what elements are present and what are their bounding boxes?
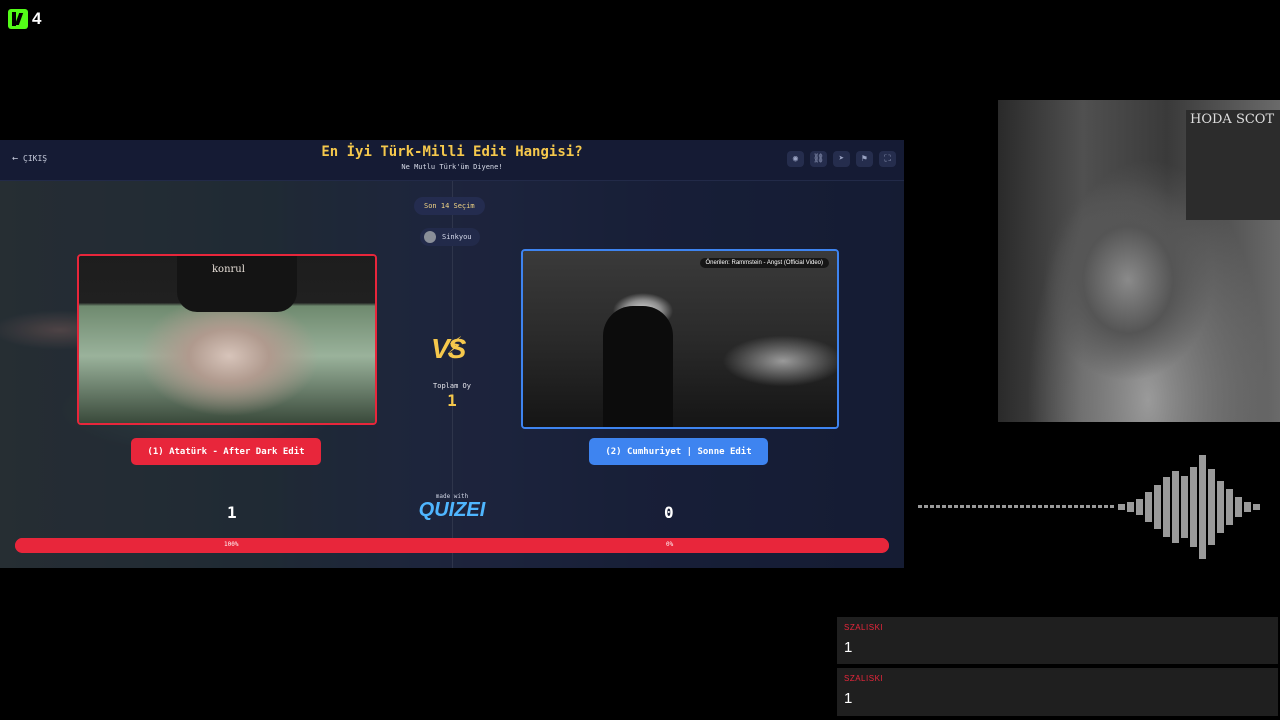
visualizer-bar bbox=[1136, 499, 1143, 515]
visualizer-bar bbox=[960, 505, 964, 508]
quiz-panel: ← ÇIKIŞ En İyi Türk-Milli Edit Hangisi? … bbox=[0, 140, 904, 568]
visualizer-bar bbox=[1104, 505, 1108, 508]
visualizer-bar bbox=[1044, 505, 1048, 508]
webcam-feed: HODA SCOT bbox=[998, 100, 1280, 422]
visualizer-bar bbox=[990, 505, 994, 508]
visualizer-bar bbox=[930, 505, 934, 508]
visualizer-bar bbox=[1127, 502, 1134, 512]
chat-text: 1 bbox=[844, 690, 853, 707]
total-votes-value: 1 bbox=[447, 391, 457, 410]
choice-left-button[interactable]: (1) Atatürk - After Dark Edit bbox=[131, 438, 321, 465]
visualizer-bar bbox=[1074, 505, 1078, 508]
visualizer-bar bbox=[1253, 504, 1260, 510]
link-icon[interactable]: ⛓ bbox=[810, 151, 827, 167]
visualizer-bar bbox=[1235, 497, 1242, 517]
eye-icon[interactable]: ◉ bbox=[787, 151, 804, 167]
visualizer-bar bbox=[1145, 492, 1152, 522]
visualizer-bar bbox=[1181, 476, 1188, 538]
left-video-player[interactable]: konrul bbox=[77, 254, 377, 425]
visualizer-bar bbox=[1154, 485, 1161, 529]
visualizer-bar bbox=[1038, 505, 1042, 508]
total-votes-label: Toplam Oy bbox=[433, 382, 471, 390]
visualizer-bar bbox=[1190, 467, 1197, 547]
visualizer-bar bbox=[996, 505, 1000, 508]
quiz-title: En İyi Türk-Milli Edit Hangisi? bbox=[321, 144, 583, 160]
visualizer-bar bbox=[918, 505, 922, 508]
left-score: 1 bbox=[227, 503, 237, 522]
visualizer-bar bbox=[1062, 505, 1066, 508]
vote-progress-fill bbox=[15, 538, 889, 553]
chat-message: SZALISKI 1 bbox=[837, 617, 1278, 664]
visualizer-bar bbox=[1163, 477, 1170, 537]
chat-username: SZALISKI bbox=[844, 623, 884, 632]
quiz-subtitle: Ne Mutlu Türk'üm Diyene! bbox=[401, 163, 503, 171]
left-video-frame bbox=[79, 256, 375, 423]
user-badge: Sinkyou bbox=[420, 228, 480, 246]
visualizer-bar bbox=[978, 505, 982, 508]
visualizer-bar bbox=[1086, 505, 1090, 508]
visualizer-bar bbox=[936, 505, 940, 508]
visualizer-bar bbox=[948, 505, 952, 508]
visualizer-bar bbox=[954, 505, 958, 508]
visualizer-bar bbox=[1226, 489, 1233, 525]
chat-text: 1 bbox=[844, 639, 853, 656]
visualizer-bar bbox=[1020, 505, 1024, 508]
visualizer-bar bbox=[1118, 504, 1125, 510]
visualizer-bar bbox=[1244, 502, 1251, 512]
visualizer-bar bbox=[1008, 505, 1012, 508]
visualizer-bar bbox=[972, 505, 976, 508]
round-badge: Son 14 Seçim bbox=[414, 197, 485, 215]
user-name: Sinkyou bbox=[442, 233, 472, 241]
visualizer-bar bbox=[1056, 505, 1060, 508]
avatar bbox=[424, 231, 436, 243]
visualizer-bar bbox=[924, 505, 928, 508]
visualizer-bar bbox=[1110, 505, 1114, 508]
visualizer-bar bbox=[1050, 505, 1054, 508]
visualizer-bar bbox=[942, 505, 946, 508]
kick-logo-icon bbox=[8, 9, 28, 29]
vote-progress-bar: 100% 0% bbox=[15, 538, 889, 553]
visualizer-bar bbox=[1172, 471, 1179, 543]
logo-number: 4 bbox=[32, 9, 42, 28]
visualizer-bar bbox=[1199, 455, 1206, 559]
visualizer-bar bbox=[1068, 505, 1072, 508]
quiz-header: ← ÇIKIŞ En İyi Türk-Milli Edit Hangisi? … bbox=[0, 140, 904, 181]
right-video-player[interactable]: Önerilen: Rammstein - Angst (Official Vi… bbox=[521, 249, 839, 429]
visualizer-bar bbox=[1002, 505, 1006, 508]
choice-right-button[interactable]: (2) Cumhuriyet | Sonne Edit bbox=[589, 438, 768, 465]
header-actions: ◉ ⛓ ➤ ⚑ ⛶ bbox=[787, 151, 896, 167]
visualizer-bar bbox=[966, 505, 970, 508]
audio-visualizer bbox=[918, 455, 1268, 559]
visualizer-bar bbox=[1092, 505, 1096, 508]
send-icon[interactable]: ➤ bbox=[833, 151, 850, 167]
visualizer-bar bbox=[1098, 505, 1102, 508]
fullscreen-icon[interactable]: ⛶ bbox=[879, 151, 896, 167]
visualizer-bar bbox=[1080, 505, 1084, 508]
visualizer-bar bbox=[1217, 481, 1224, 533]
visualizer-bar bbox=[1014, 505, 1018, 508]
right-video-suggestion[interactable]: Önerilen: Rammstein - Angst (Official Vi… bbox=[699, 258, 829, 268]
quizei-logo[interactable]: QUIZEI bbox=[402, 499, 502, 522]
right-percent: 0% bbox=[666, 541, 674, 548]
visualizer-bar bbox=[1208, 469, 1215, 545]
left-video-watermark: konrul bbox=[212, 264, 245, 275]
visualizer-bar bbox=[1032, 505, 1036, 508]
poster-text: HODA SCOT bbox=[1190, 112, 1275, 127]
lightning-icon: ⚡ bbox=[447, 330, 463, 360]
visualizer-bar bbox=[1026, 505, 1030, 508]
left-percent: 100% bbox=[224, 541, 239, 548]
visualizer-bar bbox=[984, 505, 988, 508]
chat-username: SZALISKI bbox=[844, 674, 884, 683]
right-score: 0 bbox=[664, 503, 674, 522]
chat-message: SZALISKI 1 bbox=[837, 668, 1278, 716]
flag-icon[interactable]: ⚑ bbox=[856, 151, 873, 167]
right-video-frame bbox=[523, 251, 837, 427]
stream-logo: 4 bbox=[8, 9, 41, 29]
